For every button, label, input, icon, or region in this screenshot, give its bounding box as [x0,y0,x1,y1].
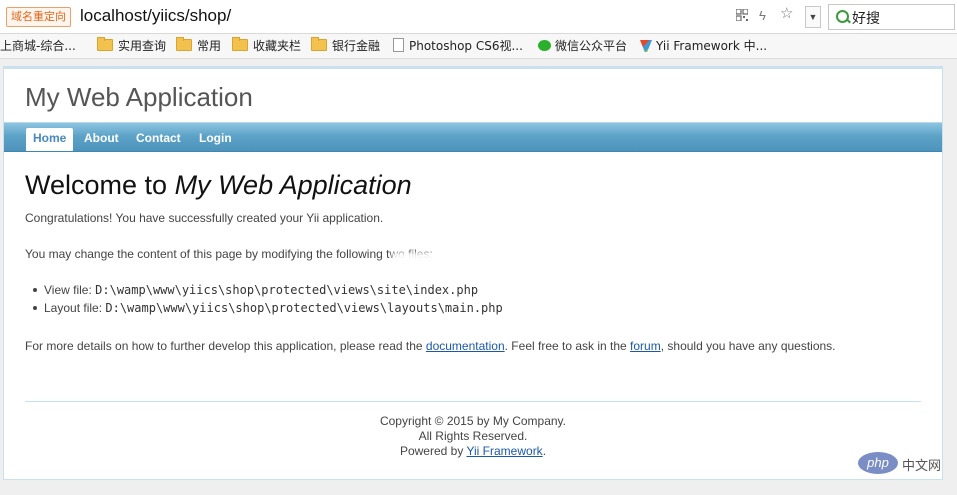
footer: Copyright © 2015 by My Company. All Righ… [4,414,942,459]
bookmark-item[interactable]: 微信公众平台 [538,38,627,54]
page-icon [393,38,404,52]
bookmark-folder[interactable]: 收藏夹栏 [232,37,301,54]
folder-icon [232,37,248,51]
change-files-text: You may change the content of this page … [25,247,433,261]
page-container: My Web Application Home About Contact Lo… [3,66,943,480]
bookmark-item[interactable]: 上商城-综合... [0,38,76,54]
menu-item-contact[interactable]: Contact [129,128,188,149]
list-item: Layout file: D:\wamp\www\yiics\shop\prot… [25,299,503,317]
file-list: View file: D:\wamp\www\yiics\shop\protec… [25,281,503,317]
folder-icon [97,37,113,51]
app-title: My Web Application [25,82,253,112]
main-menu: Home About Contact Login [4,122,942,152]
folder-icon [311,37,327,51]
forum-link[interactable]: forum [630,339,661,353]
list-item: View file: D:\wamp\www\yiics\shop\protec… [25,281,503,299]
wechat-icon [538,40,551,51]
search-box[interactable]: 好搜 [828,4,955,30]
address-bar: 域名重定向 localhost/yiics/shop/ ϟ ☆ ▼ 好搜 [0,0,957,34]
bookmark-folder[interactable]: 常用 [176,37,221,54]
details-text: For more details on how to further devel… [25,339,836,353]
search-engine-label: 好搜 [852,11,880,27]
welcome-app-name: My Web Application [174,170,412,200]
rights-text: All Rights Reserved. [418,429,528,443]
lightning-icon[interactable]: ϟ [759,9,766,23]
bookmark-item[interactable]: Yii Framework 中... [640,38,767,54]
star-icon[interactable]: ☆ [780,6,793,21]
menu-item-home[interactable]: Home [26,128,74,151]
layout-file-path: D:\wamp\www\yiics\shop\protected\views\l… [105,301,503,315]
url-dropdown-button[interactable]: ▼ [805,6,821,28]
view-file-path: D:\wamp\www\yiics\shop\protected\views\s… [95,283,479,297]
copyright-text: Copyright © 2015 by My Company. [379,414,567,428]
bookmark-folder[interactable]: 银行金融 [311,37,380,54]
yii-icon [640,40,652,52]
documentation-link[interactable]: documentation [426,339,505,353]
php-logo-icon: php [858,452,898,474]
url-input[interactable]: localhost/yiics/shop/ [80,5,231,27]
bookmarks-bar: 上商城-综合... 实用查询 常用 收藏夹栏 银行金融 Photoshop CS… [0,34,957,59]
folder-icon [176,37,192,51]
menu-item-about[interactable]: About [77,128,126,149]
menu-item-login[interactable]: Login [192,128,239,149]
welcome-heading: Welcome to My Web Application [25,170,412,200]
yii-framework-link[interactable]: Yii Framework [466,444,542,458]
qr-code-icon[interactable] [736,9,748,21]
blurred-overlay [392,252,602,278]
congrats-text: Congratulations! You have successfully c… [25,211,384,225]
powered-by-text: Powered by Yii Framework. [399,444,547,458]
search-icon [836,10,849,23]
bookmark-item[interactable]: Photoshop CS6视... [393,38,523,54]
redirect-badge[interactable]: 域名重定向 [6,7,71,27]
footer-divider [25,401,921,402]
bookmark-folder[interactable]: 实用查询 [97,37,166,54]
watermark-text: 中文网 [902,459,942,474]
